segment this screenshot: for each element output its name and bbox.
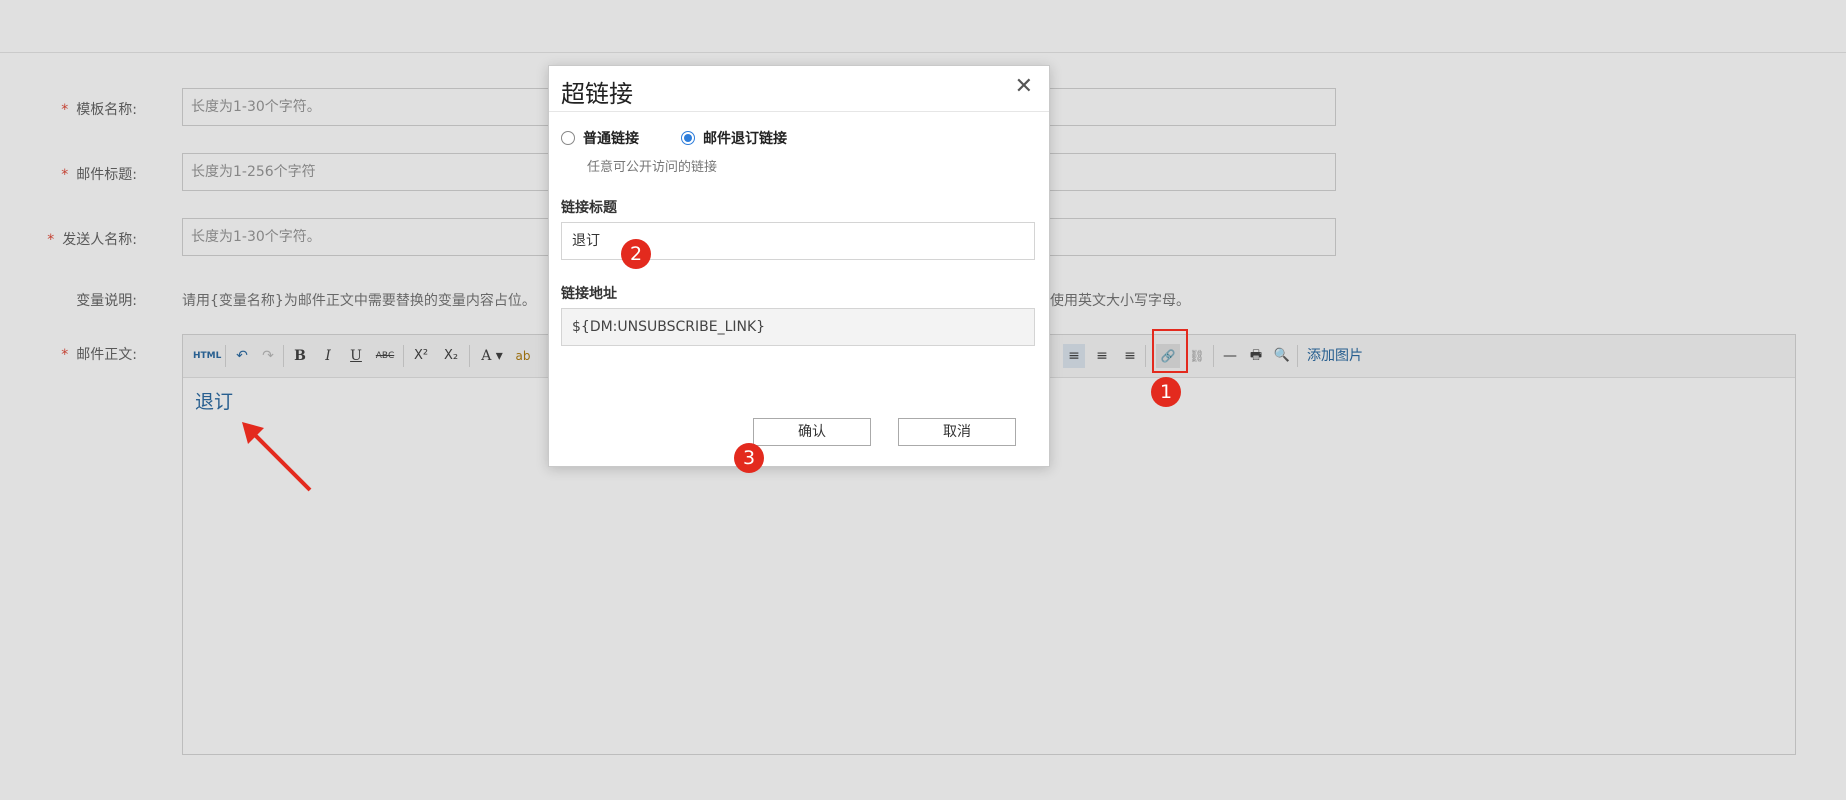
radio-normal-link[interactable]: 普通链接 <box>561 128 639 148</box>
close-icon[interactable]: ✕ <box>1015 74 1033 99</box>
link-type-hint: 任意可公开访问的链接 <box>587 160 718 175</box>
link-icon-highlight <box>1152 329 1188 373</box>
step-marker-3: 3 <box>734 443 764 473</box>
radio-unsubscribe-dot[interactable] <box>681 131 695 145</box>
radio-unsubscribe-label: 邮件退订链接 <box>703 131 787 147</box>
dialog-divider <box>549 111 1049 112</box>
link-url-input[interactable]: ${DM:UNSUBSCRIBE_LINK} <box>561 308 1035 346</box>
link-url-label: 链接地址 <box>561 286 617 302</box>
radio-normal-label: 普通链接 <box>583 131 639 147</box>
radio-unsubscribe-link[interactable]: 邮件退订链接 <box>681 128 787 148</box>
annotation-arrow <box>242 422 312 492</box>
confirm-button[interactable]: 确认 <box>753 418 871 446</box>
annotation-arrow-line <box>248 428 312 492</box>
step-marker-2: 2 <box>621 239 651 269</box>
link-title-label: 链接标题 <box>561 200 617 216</box>
radio-normal-dot[interactable] <box>561 131 575 145</box>
hyperlink-dialog: 超链接 ✕ 普通链接 邮件退订链接 任意可公开访问的链接 链接标题 退订 链接地… <box>548 65 1050 467</box>
step-marker-1: 1 <box>1151 377 1181 407</box>
cancel-button[interactable]: 取消 <box>898 418 1016 446</box>
dialog-title: 超链接 <box>561 80 633 108</box>
